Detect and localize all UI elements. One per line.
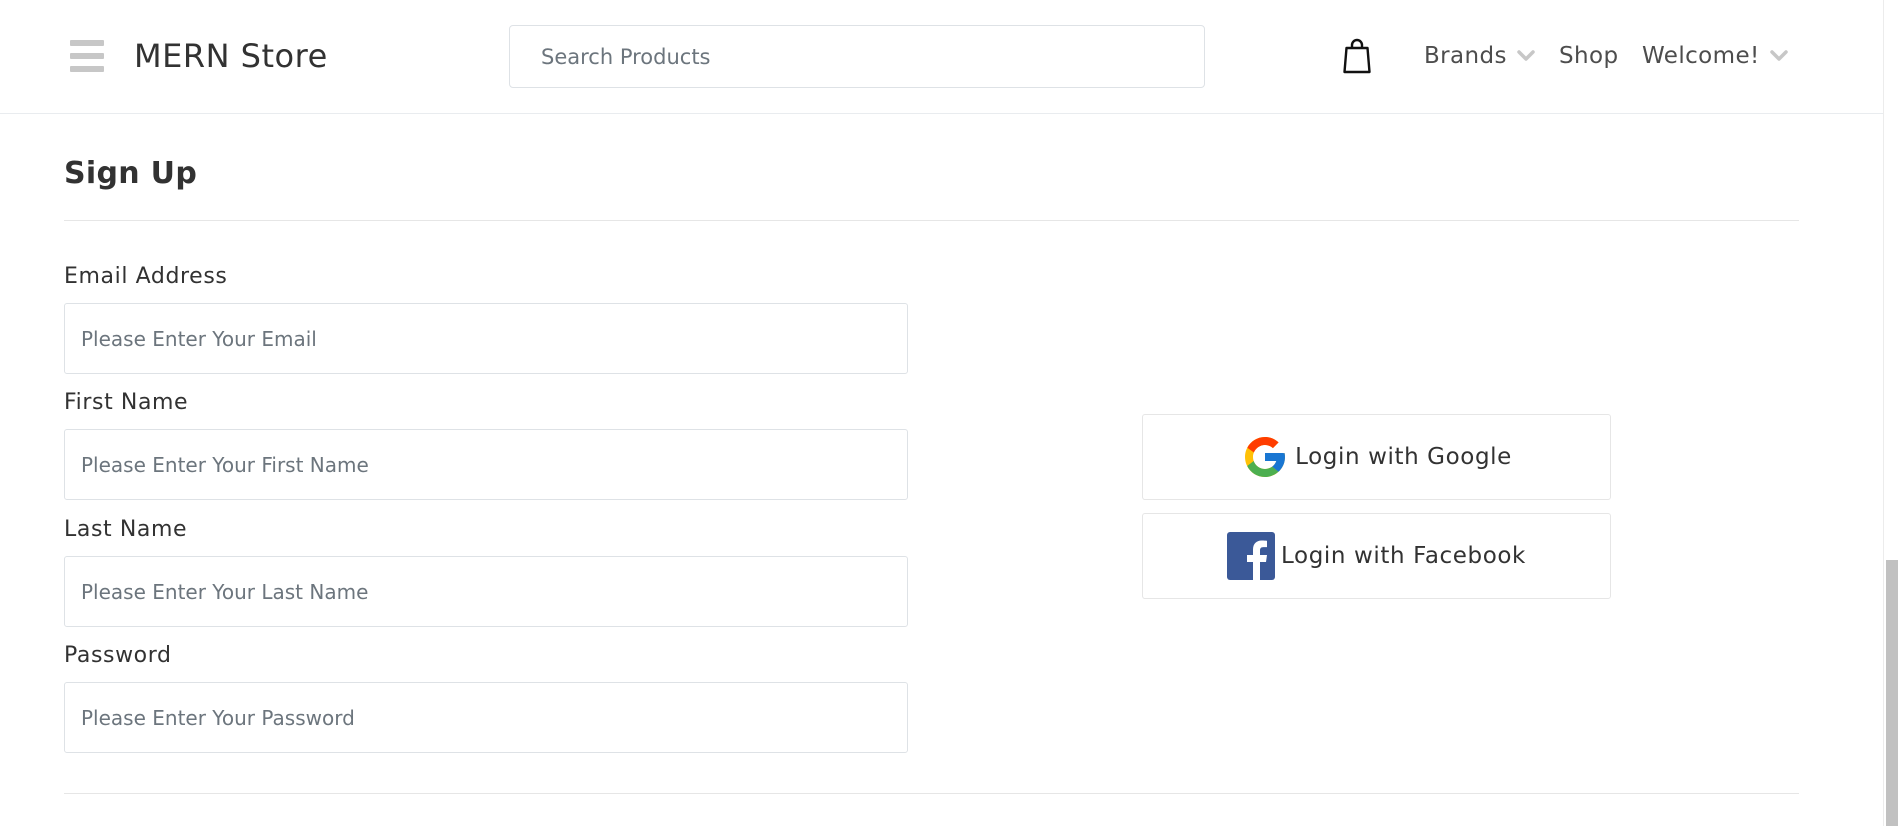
- brand-logo-text[interactable]: MERN Store: [134, 34, 328, 78]
- nav-brands-dropdown[interactable]: Brands: [1424, 38, 1535, 74]
- password-field[interactable]: [64, 682, 908, 753]
- nav-shop-link[interactable]: Shop: [1559, 38, 1618, 74]
- google-icon: [1245, 437, 1286, 477]
- facebook-icon: [1227, 532, 1276, 580]
- email-field[interactable]: [64, 303, 908, 374]
- hamburger-menu-icon[interactable]: [70, 40, 104, 72]
- login-with-facebook-button[interactable]: Login with Facebook: [1142, 513, 1611, 599]
- title-divider: [64, 220, 1799, 221]
- last-name-label: Last Name: [64, 517, 188, 542]
- last-name-field[interactable]: [64, 556, 908, 627]
- page-title: Sign Up: [64, 156, 198, 191]
- nav-welcome-label: Welcome!: [1642, 43, 1760, 69]
- google-button-label: Login with Google: [1295, 444, 1512, 470]
- form-bottom-divider: [64, 793, 1799, 794]
- top-navbar: MERN Store Brands Shop Welcome!: [0, 0, 1883, 114]
- chevron-down-icon: [1517, 50, 1535, 61]
- nav-brands-label: Brands: [1424, 43, 1507, 69]
- facebook-button-label: Login with Facebook: [1281, 543, 1526, 569]
- login-with-google-button[interactable]: Login with Google: [1142, 414, 1611, 500]
- email-label: Email Address: [64, 264, 228, 289]
- shopping-bag-icon[interactable]: [1343, 38, 1371, 74]
- nav-welcome-dropdown[interactable]: Welcome!: [1642, 38, 1788, 74]
- search-input[interactable]: [509, 25, 1205, 88]
- page-scrollbar-thumb[interactable]: [1886, 560, 1898, 826]
- chevron-down-icon: [1769, 50, 1788, 61]
- first-name-label: First Name: [64, 390, 189, 415]
- password-label: Password: [64, 643, 172, 668]
- first-name-field[interactable]: [64, 429, 908, 500]
